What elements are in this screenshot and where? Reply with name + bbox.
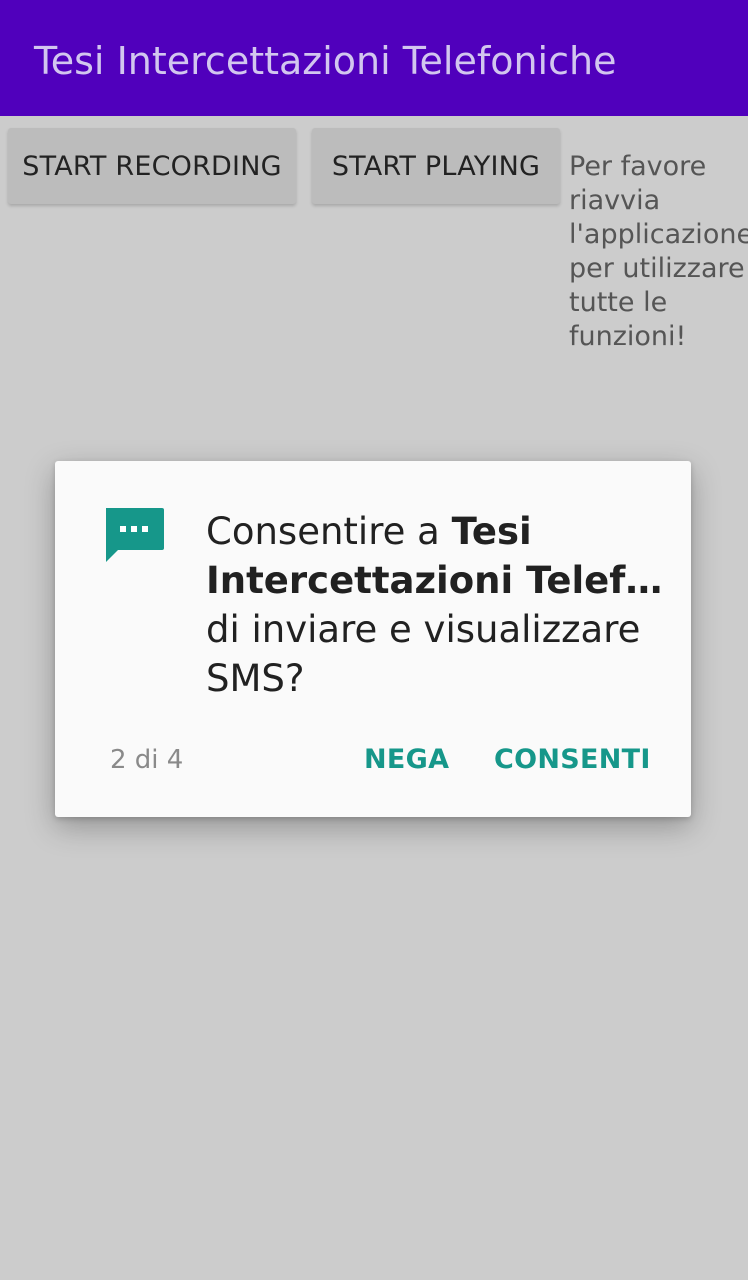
notice-line: per utilizzare	[569, 253, 745, 284]
message-line4: SMS?	[206, 657, 305, 700]
notice-line: funzioni!	[569, 321, 687, 352]
notice-line: Per favore	[569, 151, 707, 182]
start-playing-button[interactable]: START PLAYING	[312, 128, 560, 204]
deny-button[interactable]: NEGA	[364, 744, 449, 775]
start-recording-button[interactable]: START RECORDING	[8, 128, 296, 204]
app-name-part1: Tesi	[451, 510, 532, 553]
app-name-part2: Intercettazioni Telef…	[206, 559, 663, 602]
message-prefix: Consentire a	[206, 510, 452, 553]
app-bar: Tesi Intercettazioni Telefoniche	[0, 0, 748, 116]
permission-counter: 2 di 4	[110, 745, 184, 775]
notice-line: tutte le	[569, 287, 668, 318]
sms-icon	[106, 508, 164, 562]
app-title: Tesi Intercettazioni Telefoniche	[34, 39, 617, 83]
notice-line: riavvia	[569, 185, 661, 216]
allow-button[interactable]: CONSENTI	[494, 744, 651, 775]
message-line3: di inviare e visualizzare	[206, 608, 641, 651]
notice-line: l'applicazione	[569, 219, 748, 250]
permission-dialog: Consentire a Tesi Intercettazioni Telef……	[55, 461, 691, 817]
permission-message: Consentire a Tesi Intercettazioni Telef……	[206, 507, 666, 703]
restart-notice: Per favore riavvia l'applicazione per ut…	[569, 150, 748, 354]
